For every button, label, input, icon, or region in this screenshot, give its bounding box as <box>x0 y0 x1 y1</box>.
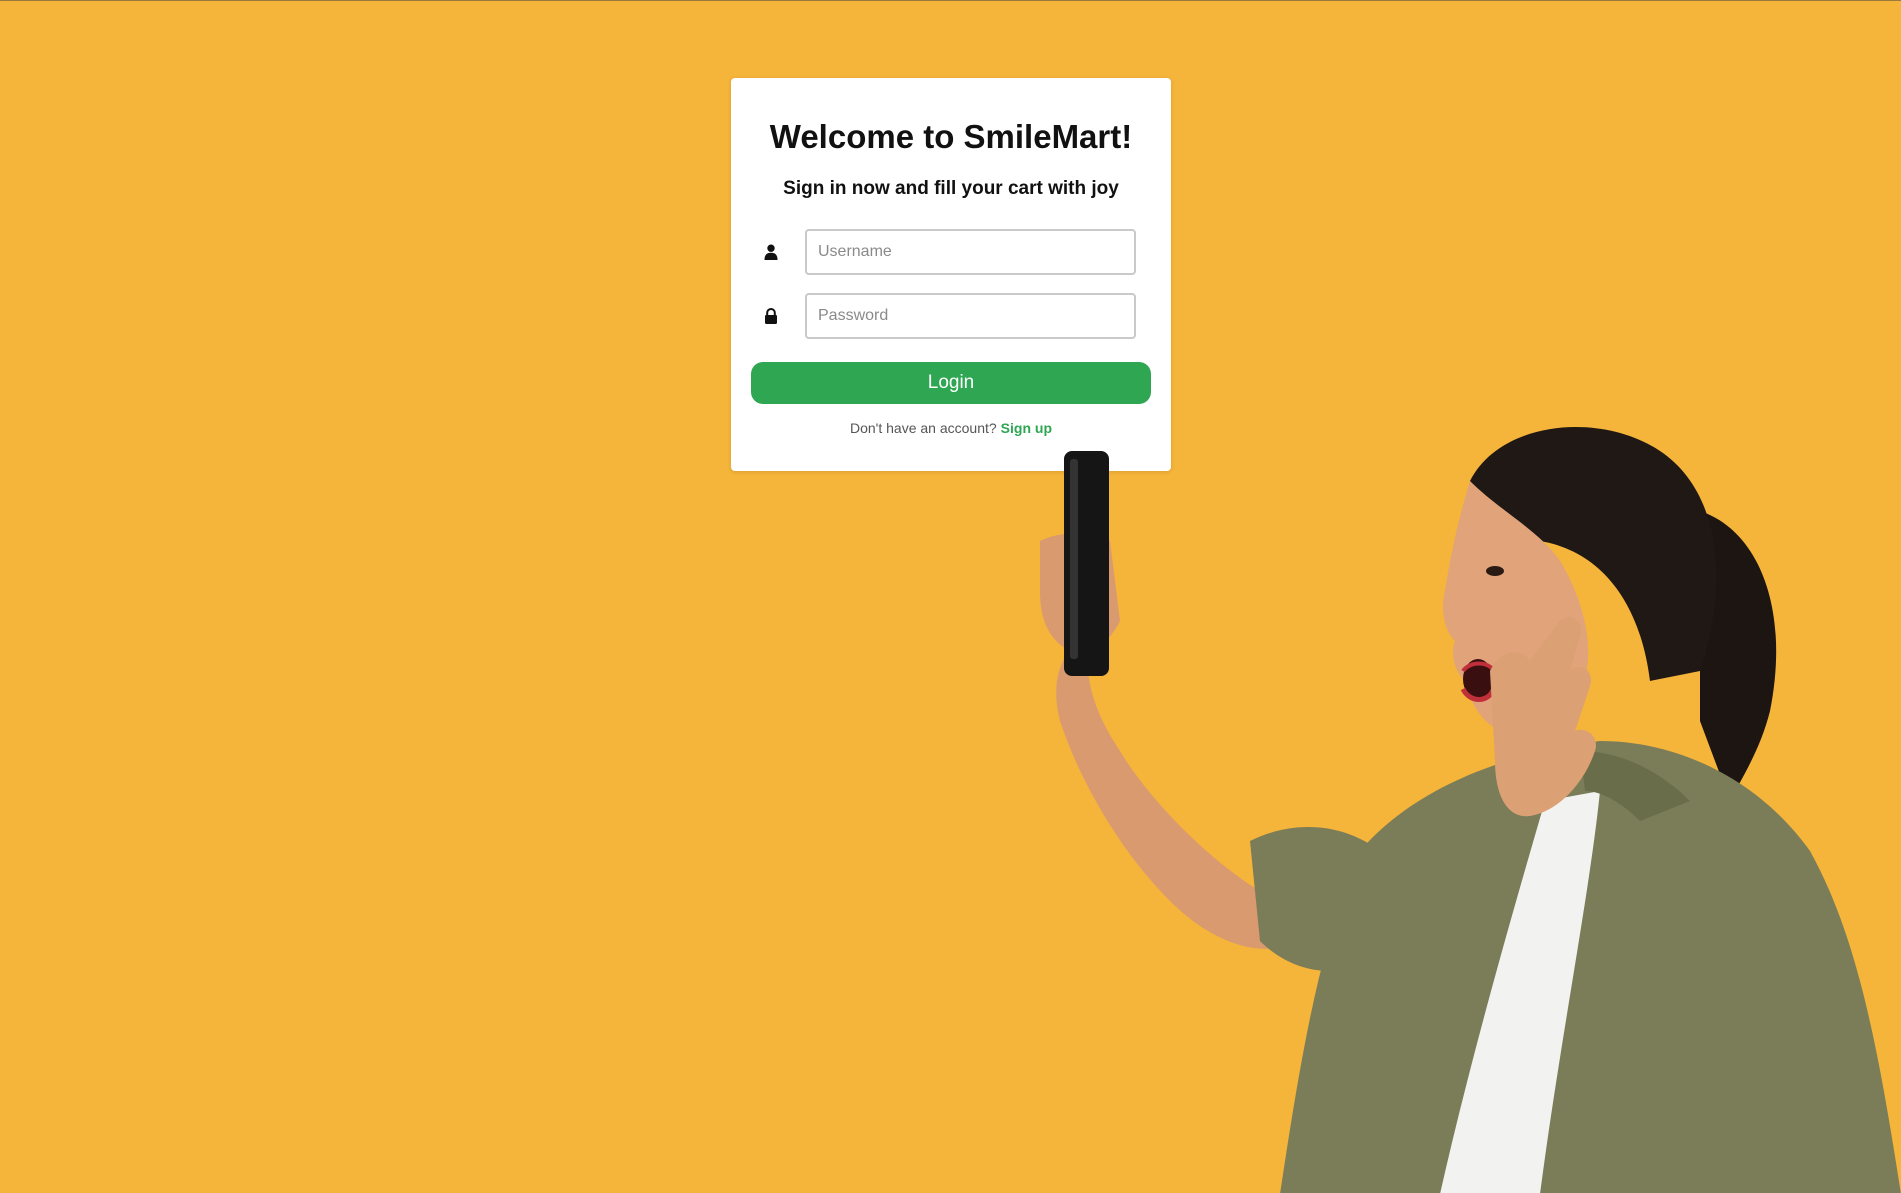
login-card: Welcome to SmileMart! Sign in now and fi… <box>731 78 1171 471</box>
user-icon <box>761 242 781 262</box>
hero-image <box>1000 421 1901 1193</box>
lock-icon <box>761 306 781 326</box>
password-input[interactable] <box>805 293 1136 339</box>
login-button[interactable]: Login <box>751 362 1151 404</box>
password-row <box>731 293 1171 339</box>
page-subtitle: Sign in now and fill your cart with joy <box>783 178 1119 199</box>
username-input[interactable] <box>805 229 1136 275</box>
username-row <box>731 229 1171 275</box>
page-title: Welcome to SmileMart! <box>769 118 1133 155</box>
signup-prompt-text: Don't have an account? <box>850 420 997 436</box>
